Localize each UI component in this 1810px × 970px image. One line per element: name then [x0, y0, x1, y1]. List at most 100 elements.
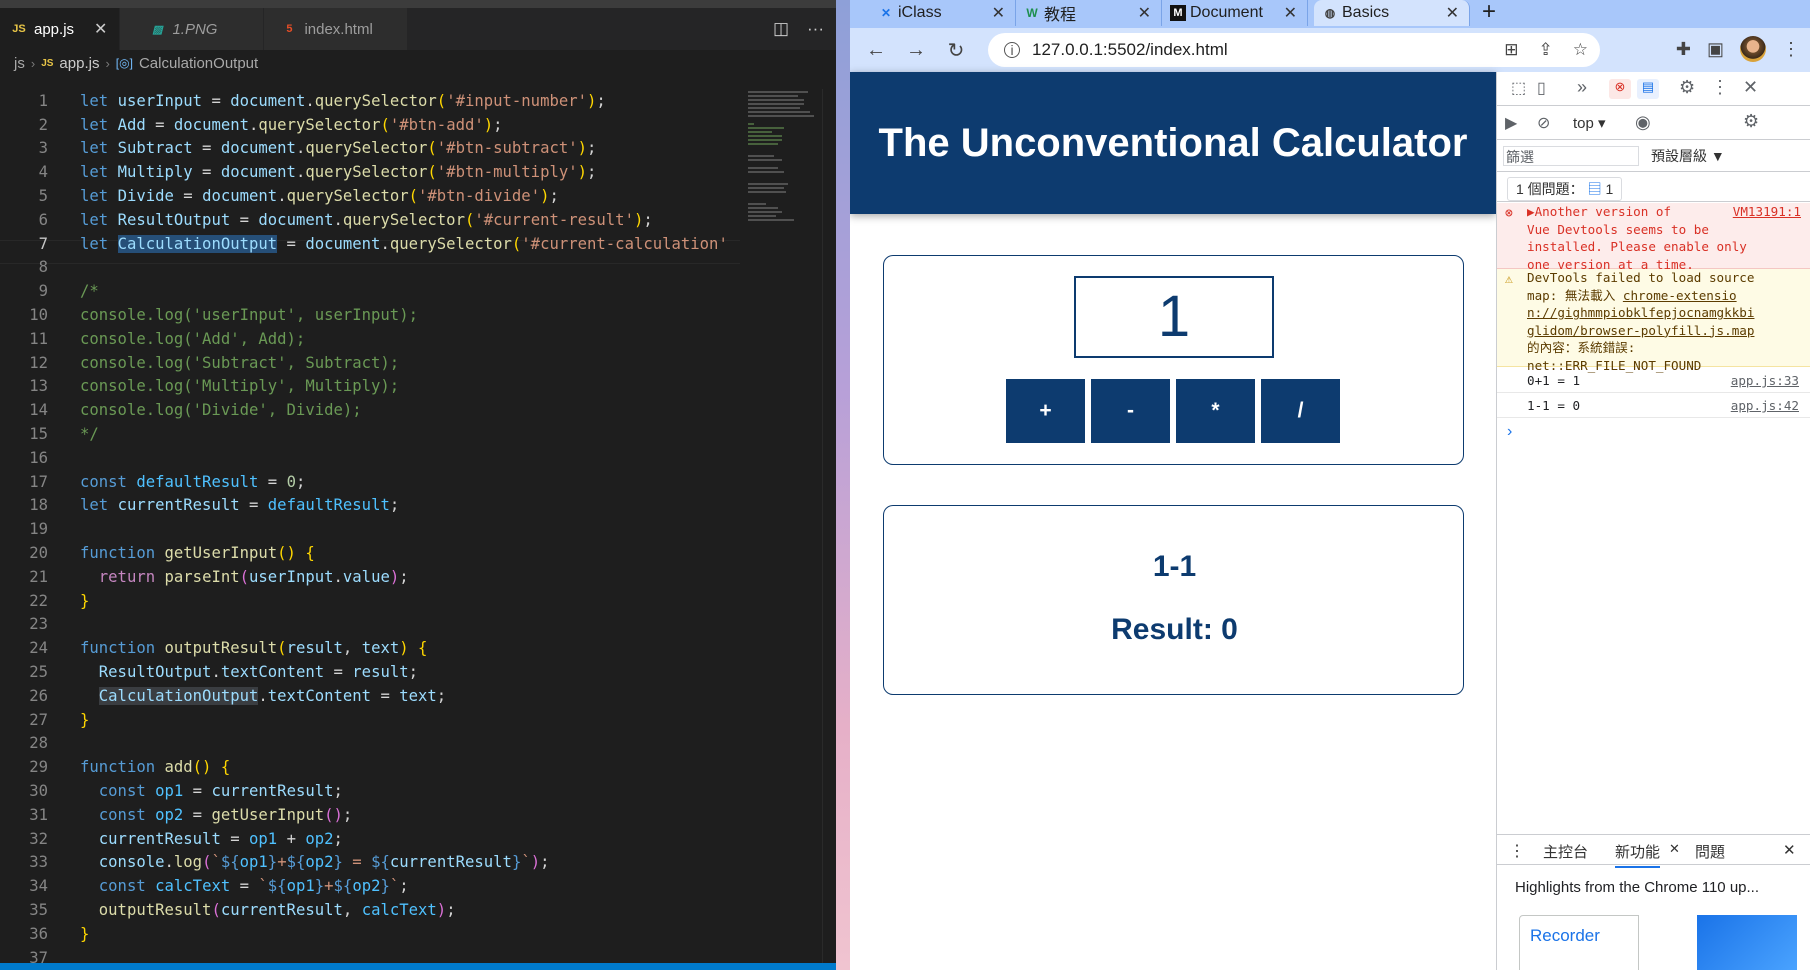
iclass-icon: ✕: [880, 6, 892, 20]
sidebar-toggle-icon[interactable]: ▶: [1505, 113, 1517, 133]
code-line: 18 let currentResult = defaultResult;: [0, 494, 740, 518]
close-icon[interactable]: ✕: [1669, 841, 1680, 857]
recorder-card[interactable]: Recorder: [1519, 915, 1639, 970]
browser-tab-iclass[interactable]: ✕ iClass ✕: [870, 0, 1016, 26]
js-file-icon: JS: [12, 23, 26, 35]
split-editor-icon[interactable]: ◫: [773, 19, 789, 39]
result-card: 1-1 Result: 0: [883, 505, 1464, 695]
more-tabs-icon[interactable]: »: [1577, 77, 1587, 98]
more-actions-icon[interactable]: ···: [807, 19, 824, 39]
line-number: 9: [38, 282, 48, 301]
desktop-wallpaper-strip: [836, 0, 850, 970]
clear-console-icon[interactable]: ⊘: [1537, 113, 1550, 133]
number-input[interactable]: 1: [1074, 276, 1274, 358]
tab-app-js[interactable]: JS app.js ✕: [0, 8, 121, 50]
current-calculation: 1-1: [1152, 550, 1197, 583]
issues-button[interactable]: 1 個問題： ▤ 1: [1507, 177, 1623, 201]
live-expression-eye-icon[interactable]: ◉: [1635, 112, 1651, 133]
breadcrumb-folder[interactable]: js: [14, 55, 25, 72]
code-line: 10 console.log('userInput', userInput);: [0, 303, 740, 327]
new-tab-icon[interactable]: +: [1482, 0, 1496, 26]
close-icon[interactable]: ✕: [1138, 3, 1151, 23]
devtools-menu-icon[interactable]: ⋮: [1711, 77, 1729, 98]
console-toolbar: ▶ ⊘ top ▾ ◉ ⚙: [1497, 106, 1810, 140]
code-line: 29 function add() {: [0, 755, 740, 779]
line-number: 26: [29, 686, 48, 705]
tab-title: Basics: [1342, 4, 1390, 21]
context-selector[interactable]: top ▾: [1573, 114, 1606, 132]
close-drawer-icon[interactable]: ✕: [1783, 841, 1796, 859]
site-info-icon[interactable]: i: [1004, 42, 1020, 58]
side-panel-icon[interactable]: ▣: [1707, 39, 1724, 60]
share-icon[interactable]: ⇪: [1539, 40, 1553, 60]
code-line: 4 let Multiply = document.querySelector('…: [0, 160, 740, 184]
line-number: 10: [29, 306, 48, 325]
close-icon[interactable]: ✕: [992, 3, 1005, 23]
console-prompt-icon[interactable]: ›: [1507, 423, 1512, 441]
profile-avatar[interactable]: [1740, 36, 1766, 62]
drawer-tab-issues[interactable]: 問題: [1695, 841, 1725, 862]
forward-icon[interactable]: →: [896, 39, 936, 62]
line-number: 32: [29, 829, 48, 848]
bookmark-star-icon[interactable]: ☆: [1573, 40, 1588, 60]
filter-input[interactable]: 篩選: [1503, 146, 1639, 166]
input-card: 1 + - * /: [883, 255, 1464, 465]
message-source-link[interactable]: VM13191:1: [1733, 203, 1801, 221]
extension-area: ✚ ▣ ⋮: [1676, 36, 1800, 62]
code-line: 9/*: [0, 279, 740, 303]
multiply-button[interactable]: *: [1176, 379, 1255, 443]
minimap[interactable]: [740, 89, 820, 229]
add-button[interactable]: +: [1006, 379, 1085, 443]
code-line: 11 console.log('Add', Add);: [0, 327, 740, 351]
tab-1-png[interactable]: ▨ 1.PNG: [120, 8, 265, 50]
breadcrumb-file[interactable]: app.js: [59, 55, 99, 72]
drawer-menu-icon[interactable]: ⋮: [1509, 841, 1525, 861]
tab-index-html[interactable]: 5 index.html: [264, 8, 409, 50]
device-toolbar-icon[interactable]: ▯: [1537, 78, 1546, 98]
code-editor[interactable]: 1 let userInput = document.querySelector(…: [0, 89, 740, 969]
tab-title: iClass: [898, 4, 942, 21]
translate-icon[interactable]: ⊞: [1504, 40, 1518, 60]
drawer-tab-console[interactable]: 主控台: [1543, 841, 1588, 862]
subtract-button[interactable]: -: [1091, 379, 1170, 443]
issues-icon[interactable]: ▤: [1637, 79, 1659, 99]
line-number: 15: [29, 425, 48, 444]
browser-tab-tutorial[interactable]: W 教程 ✕: [1016, 0, 1162, 26]
error-count-icon[interactable]: ⊗: [1609, 79, 1631, 99]
close-icon[interactable]: ✕: [1446, 3, 1459, 23]
address-bar[interactable]: i 127.0.0.1:5502/index.html ⊞ ⇪ ☆: [988, 33, 1600, 67]
drawer-tab-bar: ⋮ 主控台 新功能 ✕ 問題 ✕: [1497, 835, 1810, 868]
line-number: 6: [38, 210, 48, 229]
close-icon[interactable]: ✕: [94, 19, 107, 39]
code-line: 24 function outputResult(result, text) {: [0, 636, 740, 660]
inspect-element-icon[interactable]: ⬚: [1511, 78, 1526, 98]
message-source-link[interactable]: app.js:42: [1731, 393, 1799, 418]
browser-tab-basics[interactable]: ◍ Basics ✕: [1314, 0, 1470, 26]
log-text: 0+1 = 1: [1527, 373, 1581, 388]
code-line: 14 console.log('Divide', Divide);: [0, 398, 740, 422]
reload-icon[interactable]: ↻: [936, 38, 976, 63]
drawer-tab-whats-new[interactable]: 新功能: [1615, 841, 1661, 868]
log-text: 1-1 = 0: [1527, 398, 1581, 413]
line-number: 2: [38, 115, 48, 134]
console-settings-icon[interactable]: ⚙: [1743, 111, 1759, 132]
menu-kebab-icon[interactable]: ⋮: [1782, 39, 1800, 60]
log-levels-dropdown[interactable]: 預設層級 ▼: [1651, 146, 1725, 166]
breadcrumb-symbol[interactable]: CalculationOutput: [139, 55, 258, 72]
settings-gear-icon[interactable]: ⚙: [1679, 77, 1695, 98]
divide-button[interactable]: /: [1261, 379, 1340, 443]
code-line: 6 let ResultOutput = document.querySelect…: [0, 208, 740, 232]
browser-tab-document[interactable]: M Document ✕: [1162, 0, 1308, 26]
line-number: 8: [38, 258, 48, 277]
message-source-link[interactable]: app.js:33: [1731, 368, 1799, 393]
issues-label: 1 個問題：: [1516, 181, 1584, 197]
editor-tab-bar: JS app.js ✕ ▨ 1.PNG 5 index.html: [0, 8, 836, 50]
close-icon[interactable]: ✕: [1284, 3, 1297, 23]
m-icon: M: [1170, 5, 1186, 21]
close-devtools-icon[interactable]: ✕: [1743, 77, 1758, 98]
extensions-puzzle-icon[interactable]: ✚: [1676, 39, 1691, 60]
editor-scrollbar[interactable]: [822, 89, 836, 969]
line-number: 19: [29, 520, 48, 539]
image-file-icon: ▨: [152, 23, 163, 36]
back-icon[interactable]: ←: [856, 39, 896, 62]
